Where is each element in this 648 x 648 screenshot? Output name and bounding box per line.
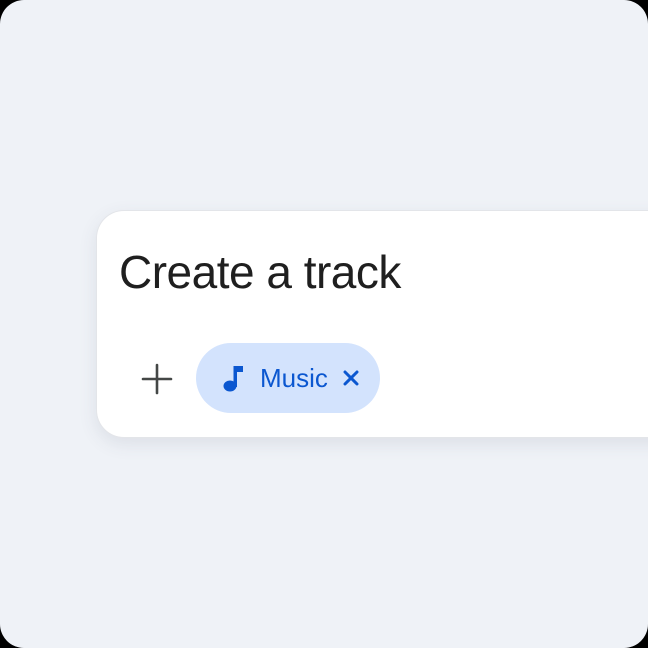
screen: Create a track Music xyxy=(0,0,648,648)
close-icon[interactable] xyxy=(340,367,362,389)
prompt-card: Create a track Music xyxy=(96,210,648,438)
music-chip[interactable]: Music xyxy=(196,343,380,413)
music-note-icon xyxy=(222,363,246,393)
chip-label: Music xyxy=(260,363,328,393)
add-button[interactable] xyxy=(135,357,179,401)
prompt-input[interactable]: Create a track xyxy=(119,245,401,299)
plus-icon xyxy=(141,363,173,395)
